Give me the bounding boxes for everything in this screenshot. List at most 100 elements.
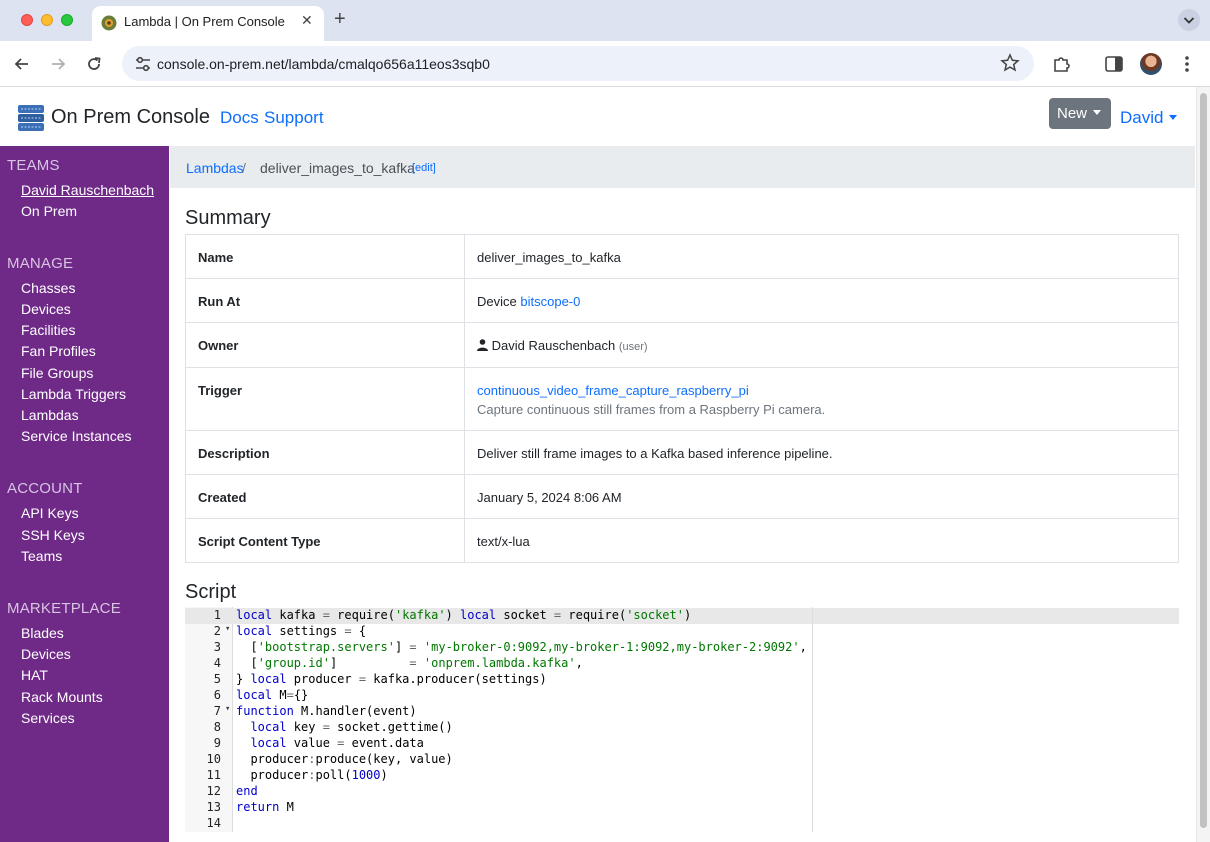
browser-menu-icon[interactable] — [1178, 53, 1196, 75]
breadcrumb-lambdas-link[interactable]: Lambdas — [186, 160, 244, 176]
line-number: 13 — [206, 800, 221, 814]
sidebar-heading-teams: TEAMS — [7, 157, 60, 174]
summary-row-created: Created January 5, 2024 8:06 AM — [185, 474, 1179, 519]
fold-arrow-icon[interactable]: ▾ — [225, 624, 230, 634]
fold-arrow-icon[interactable]: ▾ — [225, 704, 230, 714]
sidebar-item-rack-mounts[interactable]: Rack Mounts — [21, 689, 103, 705]
device-link[interactable]: bitscope-0 — [520, 294, 580, 309]
nav-support-link[interactable]: Support — [264, 108, 324, 128]
sidebar-item-team-onprem[interactable]: On Prem — [21, 203, 77, 219]
sidebar-item-file-groups[interactable]: File Groups — [21, 365, 93, 381]
summary-heading: Summary — [185, 207, 271, 229]
description-value: Deliver still frame images to a Kafka ba… — [477, 446, 833, 461]
sidebar-heading-account: ACCOUNT — [7, 480, 83, 497]
line-number: 14 — [206, 816, 221, 830]
new-button-label: New — [1057, 105, 1088, 122]
sidebar-item-hat[interactable]: HAT — [21, 667, 48, 683]
sidebar-item-api-keys[interactable]: API Keys — [21, 505, 79, 521]
profile-avatar[interactable] — [1140, 53, 1162, 75]
user-dropdown[interactable]: David — [1120, 108, 1178, 128]
trigger-link[interactable]: continuous_video_frame_capture_raspberry… — [477, 383, 749, 398]
breadcrumb-separator: / — [242, 160, 246, 176]
sidebar-item-service-instances[interactable]: Service Instances — [21, 428, 132, 444]
close-tab-icon[interactable]: ✕ — [301, 12, 313, 29]
edit-name-link[interactable]: [edit] — [412, 162, 436, 174]
row-label: Trigger — [198, 383, 243, 398]
sidebar-item-chasses[interactable]: Chasses — [21, 280, 75, 296]
sidebar-item-lambda-triggers[interactable]: Lambda Triggers — [21, 386, 126, 402]
forward-icon[interactable] — [47, 53, 69, 75]
browser-tab-active[interactable]: Lambda | On Prem Console ✕ — [92, 6, 324, 41]
row-label: Script Content Type — [198, 534, 321, 549]
line-number: 3 — [213, 640, 221, 654]
sidebar-item-devices[interactable]: Devices — [21, 301, 71, 317]
page-scrollbar[interactable] — [1196, 87, 1210, 842]
address-bar[interactable]: console.on-prem.net/lambda/cmalqo656a11e… — [122, 46, 1034, 81]
row-label: Description — [198, 446, 270, 461]
sidebar-item-team-david[interactable]: David Rauschenbach — [21, 182, 154, 198]
server-rack-logo-icon[interactable] — [17, 103, 45, 133]
tab-search-icon[interactable] — [1178, 9, 1200, 31]
close-window-button[interactable] — [21, 14, 33, 26]
nav-docs-link[interactable]: Docs — [220, 108, 259, 128]
side-panel-icon[interactable] — [1103, 53, 1125, 75]
extensions-icon[interactable] — [1051, 53, 1073, 75]
trigger-description: Capture continuous still frames from a R… — [477, 402, 826, 417]
sidebar-item-lambdas[interactable]: Lambdas — [21, 407, 79, 423]
code-text: local key = socket.gettime() — [250, 720, 453, 734]
brand-title[interactable]: On Prem Console — [51, 106, 210, 129]
code-text: producer:poll(1000) — [236, 768, 388, 782]
line-number: 10 — [206, 752, 221, 766]
code-text: ['bootstrap.servers'] = 'my-broker-0:909… — [236, 640, 807, 654]
code-text: local M={} — [236, 688, 309, 702]
sidebar-item-teams[interactable]: Teams — [21, 548, 62, 564]
new-dropdown-button[interactable]: New — [1049, 98, 1111, 129]
row-label: Created — [198, 490, 247, 505]
code-text: end — [236, 784, 258, 798]
summary-row-trigger: Trigger continuous_video_frame_capture_r… — [185, 367, 1179, 431]
bookmark-star-icon[interactable] — [1000, 53, 1020, 73]
code-text: local kafka = require('kafka') local soc… — [236, 608, 692, 622]
line-number: 9 — [213, 736, 221, 750]
scrollbar-thumb[interactable] — [1200, 93, 1207, 828]
code-text: local settings = { — [236, 624, 367, 638]
reload-icon[interactable] — [83, 53, 105, 75]
url-text: console.on-prem.net/lambda/cmalqo656a11e… — [157, 56, 490, 72]
owner-name: David Rauschenbach — [491, 338, 616, 353]
script-code-editor[interactable]: 1 local kafka = require('kafka') local so… — [185, 607, 1179, 832]
sidebar-heading-marketplace: MARKETPLACE — [7, 600, 121, 617]
code-text: } local producer = kafka.producer(settin… — [236, 672, 547, 686]
code-text: function M.handler(event) — [236, 704, 417, 718]
print-margin — [812, 607, 813, 832]
line-number: 7 — [213, 704, 221, 718]
created-value: January 5, 2024 8:06 AM — [477, 490, 622, 505]
sidebar-item-ssh-keys[interactable]: SSH Keys — [21, 527, 85, 543]
back-icon[interactable] — [11, 53, 33, 75]
sidebar-item-facilities[interactable]: Facilities — [21, 322, 75, 338]
new-tab-icon[interactable]: + — [334, 8, 346, 31]
code-text: local value = event.data — [250, 736, 424, 750]
tab-title: Lambda | On Prem Console — [124, 14, 285, 29]
sidebar-item-marketplace-devices[interactable]: Devices — [21, 646, 71, 662]
sidebar-item-fan-profiles[interactable]: Fan Profiles — [21, 343, 96, 359]
breadcrumb-current: deliver_images_to_kafka — [260, 160, 415, 176]
user-name: David — [1120, 108, 1164, 127]
user-icon — [477, 339, 488, 351]
sidebar-heading-manage: MANAGE — [7, 255, 74, 272]
sidebar-item-services[interactable]: Services — [21, 710, 75, 726]
browser-tabstrip: Lambda | On Prem Console ✕ + — [0, 0, 1210, 41]
row-label: Name — [198, 250, 234, 265]
site-info-icon[interactable] — [134, 55, 152, 73]
script-heading: Script — [185, 581, 237, 603]
summary-row-run-at: Run At Device bitscope-0 — [185, 278, 1179, 323]
line-number: 11 — [206, 768, 221, 782]
sidebar: TEAMS David Rauschenbach On Prem MANAGE … — [0, 146, 169, 842]
sidebar-item-blades[interactable]: Blades — [21, 625, 64, 641]
maximize-window-button[interactable] — [61, 14, 73, 26]
summary-row-owner: Owner David Rauschenbach (user) — [185, 322, 1179, 368]
minimize-window-button[interactable] — [41, 14, 53, 26]
code-text: return M — [236, 800, 294, 814]
owner-role: (user) — [618, 341, 648, 353]
code-text: ['group.id'] = 'onprem.lambda.kafka', — [236, 656, 583, 670]
line-number: 12 — [206, 784, 221, 798]
